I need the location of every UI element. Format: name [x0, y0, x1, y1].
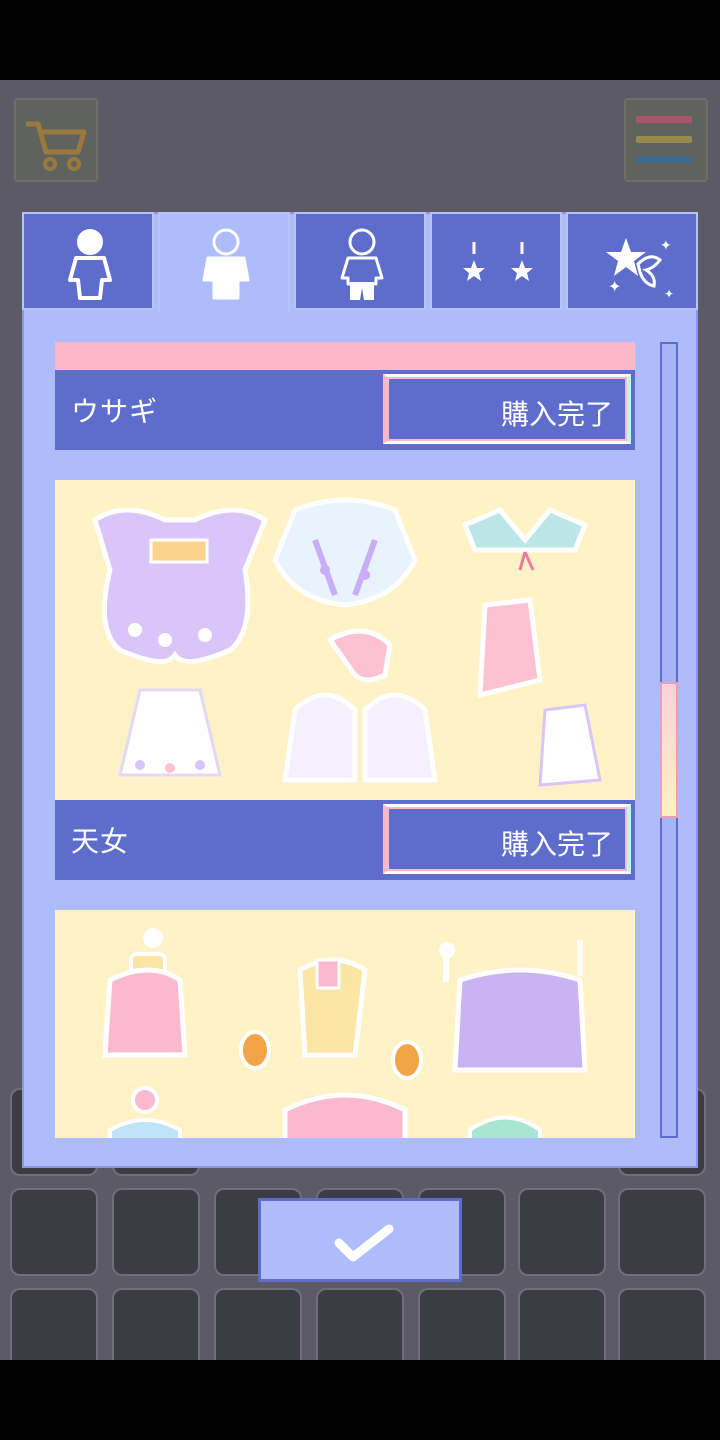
- outfit-artwork: [55, 910, 635, 1138]
- tab-tops[interactable]: [158, 212, 290, 312]
- pink-dress-illustration: [477, 597, 543, 699]
- lollipop-outfit-illustration: [108, 1086, 182, 1138]
- robe-illustration: [272, 497, 418, 608]
- lavender-dress-illustration: [439, 940, 588, 1073]
- outfit-name: 天女: [71, 825, 130, 858]
- yellow-jacket-illustration: [297, 957, 368, 1058]
- svg-text:✦: ✦: [608, 277, 621, 296]
- tab-effects[interactable]: ✦ ✦ ✦: [566, 212, 698, 310]
- mini-dress-illustration: [538, 703, 602, 787]
- tab-accessories[interactable]: [430, 212, 562, 310]
- outfit-list[interactable]: ウサギ 購入完了 天女 購入完了: [55, 342, 635, 1138]
- sparkle-star-bow-icon: ✦ ✦ ✦: [606, 238, 674, 301]
- checkmark-icon: [334, 1224, 394, 1262]
- outfit-art-edge: [55, 342, 635, 370]
- tab-body[interactable]: [22, 212, 154, 310]
- svg-text:✦: ✦: [664, 287, 674, 301]
- mint-outfit-illustration: [468, 1115, 542, 1138]
- bikini-top-illustration: [461, 506, 589, 571]
- status-bar: [0, 0, 720, 80]
- outfit-artwork: [55, 480, 635, 800]
- shirt-figure-icon: [202, 228, 250, 300]
- body-figure-icon: [68, 229, 112, 300]
- scrollbar-thumb[interactable]: [660, 682, 678, 818]
- navigation-bar: [0, 1360, 720, 1440]
- fan-outfit-illustration: [282, 628, 438, 783]
- outfit-name-bar: 天女 購入完了: [55, 800, 635, 880]
- shopping-cart-icon: [26, 121, 87, 171]
- bottoms-figure-icon: [340, 228, 384, 300]
- earrings-icon: [463, 242, 533, 281]
- purchase-complete-button[interactable]: 購入完了: [383, 374, 631, 444]
- pink-sweater-illustration: [102, 928, 188, 1058]
- tab-bottoms[interactable]: [294, 212, 426, 310]
- skirt-illustration: [118, 688, 222, 777]
- confirm-button[interactable]: [258, 1198, 462, 1282]
- outfit-name-bar: ウサギ 購入完了: [55, 370, 635, 450]
- menu-button[interactable]: [624, 98, 708, 182]
- svg-text:✦: ✦: [660, 238, 672, 254]
- purchase-complete-button[interactable]: 購入完了: [383, 804, 631, 874]
- purchase-status-label: 購入完了: [500, 828, 613, 861]
- dress-illustration: [92, 507, 269, 664]
- purchase-status-label: 購入完了: [500, 398, 613, 431]
- outfit-name: ウサギ: [71, 395, 159, 428]
- cart-button[interactable]: [14, 98, 98, 182]
